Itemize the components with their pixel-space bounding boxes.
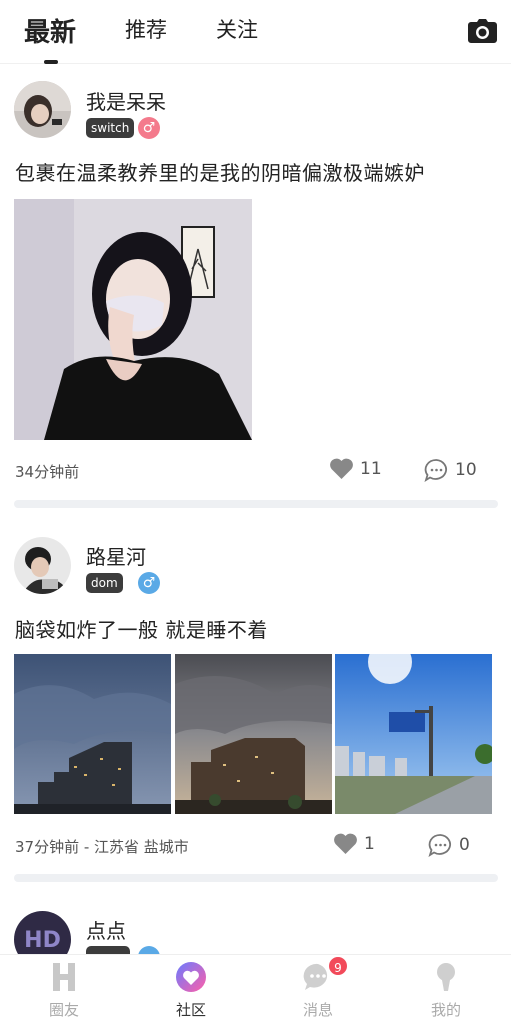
post-time-location: 37分钟前 - 江苏省 盐城市: [15, 838, 189, 856]
like-button[interactable]: 11: [329, 458, 382, 480]
like-button[interactable]: 1: [333, 833, 375, 855]
svg-text:HD: HD: [24, 928, 61, 953]
role-tag: switch: [86, 118, 135, 138]
heart-icon: [330, 458, 353, 479]
gender-male-icon: ♂: [138, 572, 160, 594]
tab-recommended[interactable]: 推荐: [125, 14, 167, 44]
comment-icon: [428, 834, 451, 857]
heart-icon: [334, 833, 357, 854]
nav-label: 消息: [302, 1001, 333, 1019]
h-logo-icon: [53, 963, 75, 991]
camera-icon[interactable]: [468, 19, 497, 43]
nav-messages[interactable]: 9 消息: [273, 955, 363, 1024]
post-photo[interactable]: [335, 654, 492, 814]
avatar[interactable]: [14, 81, 71, 138]
gender-male-icon: ♂: [138, 117, 160, 139]
avatar[interactable]: [14, 537, 71, 594]
username[interactable]: 我是呆呆: [86, 86, 166, 115]
role-tag: dom: [86, 573, 123, 593]
nav-community[interactable]: 社区: [146, 955, 236, 1024]
tab-following[interactable]: 关注: [216, 14, 258, 44]
post-divider: [14, 500, 498, 508]
username[interactable]: 点点: [86, 915, 126, 944]
active-tab-indicator: [44, 60, 58, 64]
post-text: 包裹在温柔教养里的是我的阴暗偏激极端嫉妒: [15, 161, 425, 185]
comment-count: 0: [459, 835, 470, 855]
post-photo[interactable]: [175, 654, 332, 814]
username[interactable]: 路星河: [86, 541, 146, 570]
top-tab-bar: 最新 推荐 关注: [0, 0, 511, 64]
post-divider: [14, 874, 498, 882]
nav-profile[interactable]: 我的: [401, 955, 491, 1024]
like-count: 11: [360, 459, 382, 479]
profile-icon: [437, 963, 455, 991]
post-text: 脑袋如炸了一般 就是睡不着: [15, 618, 268, 642]
tab-latest[interactable]: 最新: [24, 12, 76, 49]
post-photo[interactable]: [14, 654, 171, 814]
comment-button[interactable]: 0: [428, 833, 470, 857]
comment-icon: [424, 459, 447, 482]
community-heart-icon: [176, 962, 206, 992]
comment-button[interactable]: 10: [424, 458, 477, 482]
post-photo[interactable]: [14, 199, 252, 440]
nav-label: 圈友: [48, 1001, 79, 1019]
bottom-navigation: 圈友 社区 9 消息 我的: [0, 954, 511, 1024]
like-count: 1: [364, 834, 375, 854]
nav-circle-friends[interactable]: 圈友: [19, 955, 109, 1024]
post-time: 34分钟前: [15, 463, 80, 481]
nav-label: 我的: [430, 1001, 461, 1019]
unread-badge: 9: [327, 955, 349, 977]
nav-label: 社区: [175, 1001, 206, 1019]
comment-count: 10: [455, 460, 477, 480]
